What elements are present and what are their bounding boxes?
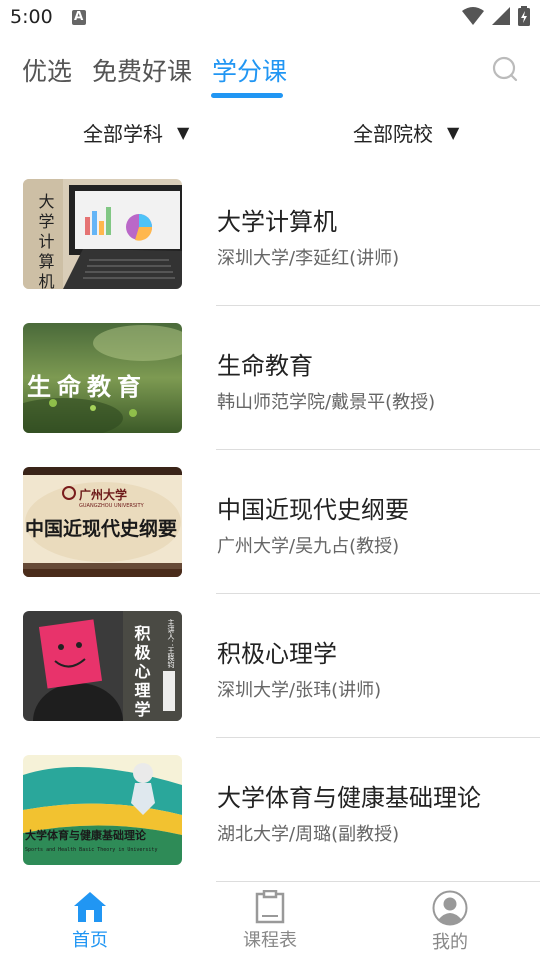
course-title: 中国近现代史纲要 xyxy=(217,496,409,524)
subject-filter-label: 全部学科 xyxy=(83,122,163,146)
course-school-teacher: 韩山师范学院/戴景平(教授) xyxy=(217,392,436,413)
bottom-navigation: 首页 课程表 我的 xyxy=(0,882,540,960)
thumbnail-logo-english-text: GUANGZHOU UNIVERSITY xyxy=(79,503,145,509)
thumbnail-english-text: Sports and Health Basic Theory in Univer… xyxy=(25,847,157,853)
subject-filter-dropdown[interactable]: 全部学科 ▼ xyxy=(83,118,189,147)
status-time: 5:00 xyxy=(10,6,53,28)
course-school-teacher: 深圳大学/李延红(讲师) xyxy=(217,248,400,269)
nav-home[interactable]: 首页 xyxy=(40,890,140,952)
nav-schedule[interactable]: 课程表 xyxy=(220,890,320,952)
tab-free-courses[interactable]: 免费好课 xyxy=(92,52,192,88)
dropdown-triangle-icon: ▼ xyxy=(177,123,190,142)
course-thumbnail: 生命教育 xyxy=(23,323,182,433)
course-thumbnail: 广州大学 GUANGZHOU UNIVERSITY 中国近现代史纲要 xyxy=(23,467,182,577)
school-filter-dropdown[interactable]: 全部院校 ▼ xyxy=(353,118,459,147)
nav-profile-label: 我的 xyxy=(432,932,468,953)
clipboard-icon xyxy=(255,890,285,924)
thumbnail-lecturer-text: 主讲人：王晓钧 xyxy=(167,618,175,669)
course-school-teacher: 广州大学/吴九占(教授) xyxy=(217,536,400,557)
sim-notification-icon xyxy=(72,9,86,25)
filter-bar: 全部学科 ▼ 全部院校 ▼ xyxy=(0,112,540,152)
wifi-icon xyxy=(462,7,484,25)
status-icons xyxy=(462,6,530,26)
tab-featured[interactable]: 优选 xyxy=(22,52,72,88)
course-title: 生命教育 xyxy=(217,352,313,380)
top-tabs: 优选 免费好课 学分课 xyxy=(0,44,540,104)
nav-home-label: 首页 xyxy=(72,930,108,951)
course-item[interactable]: 大学计算机 大学计算机 深圳大学/李延红(讲师) xyxy=(0,162,540,306)
nav-profile[interactable]: 我的 xyxy=(400,890,500,954)
battery-icon xyxy=(518,6,530,26)
course-item[interactable]: 生命教育 生命教育 韩山师范学院/戴景平(教授) xyxy=(0,306,540,450)
course-title: 大学体育与健康基础理论 xyxy=(217,784,481,812)
thumbnail-logo-text: 广州大学 xyxy=(79,487,127,502)
course-school-teacher: 湖北大学/周璐(副教授) xyxy=(217,824,400,845)
signal-icon xyxy=(492,7,510,25)
course-school-teacher: 深圳大学/张玮(讲师) xyxy=(217,680,382,701)
search-icon[interactable] xyxy=(492,56,518,82)
active-tab-indicator xyxy=(211,93,283,98)
status-bar: 5:00 xyxy=(0,0,540,36)
course-item[interactable]: 广州大学 GUANGZHOU UNIVERSITY 中国近现代史纲要 中国近现代… xyxy=(0,450,540,594)
course-title: 积极心理学 xyxy=(217,640,337,668)
tab-credit-courses[interactable]: 学分课 xyxy=(212,52,287,88)
thumbnail-title-text: 生命教育 xyxy=(27,372,147,401)
thumbnail-title-text: 积极心理学 xyxy=(132,625,151,720)
course-list: 大学计算机 大学计算机 深圳大学/李延红(讲师) 生命教育 生命教育 韩山师范学… xyxy=(0,162,540,882)
nav-schedule-label: 课程表 xyxy=(243,930,297,951)
course-thumbnail: 大学计算机 xyxy=(23,179,182,289)
thumbnail-title-text: 中国近现代史纲要 xyxy=(25,517,177,540)
dropdown-triangle-icon: ▼ xyxy=(447,123,460,142)
course-thumbnail: 积极心理学 主讲人：王晓钧 xyxy=(23,611,182,721)
thumbnail-title-text: 大学体育与健康基础理论 xyxy=(25,828,147,842)
thumbnail-title-text: 大学计算机 xyxy=(36,193,55,289)
school-filter-label: 全部院校 xyxy=(353,122,433,146)
course-item[interactable]: 积极心理学 主讲人：王晓钧 积极心理学 深圳大学/张玮(讲师) xyxy=(0,594,540,738)
course-item[interactable]: 大学体育与健康基础理论 Sports and Health Basic Theo… xyxy=(0,738,540,882)
course-thumbnail: 大学体育与健康基础理论 Sports and Health Basic Theo… xyxy=(23,755,182,865)
course-title: 大学计算机 xyxy=(217,208,337,236)
home-icon xyxy=(74,892,106,922)
user-avatar-icon xyxy=(432,890,468,926)
